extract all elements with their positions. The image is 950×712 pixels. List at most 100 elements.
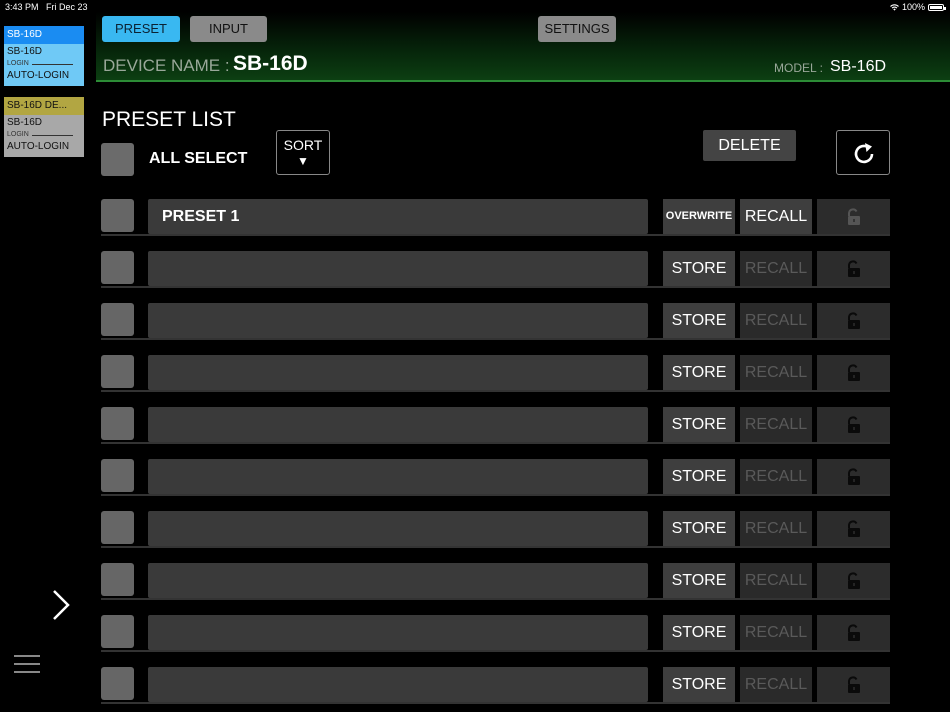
wifi-icon xyxy=(890,3,899,11)
all-select-label: ALL SELECT xyxy=(149,150,248,167)
device-model: SB-16D xyxy=(7,46,43,57)
status-right: 100% xyxy=(890,2,946,12)
device-card-2[interactable]: SB-16D DE... SB-16D LOGIN AUTO-LOGIN xyxy=(4,97,84,157)
store-button[interactable]: STORE xyxy=(663,251,735,286)
lock-icon xyxy=(848,312,860,329)
recall-button[interactable]: RECALL xyxy=(740,303,812,338)
device-model: SB-16D xyxy=(7,117,43,128)
row-checkbox[interactable] xyxy=(101,355,134,388)
preset-name-field[interactable] xyxy=(148,667,648,702)
all-select-checkbox[interactable] xyxy=(101,143,134,176)
sort-label: SORT xyxy=(283,137,323,153)
lock-icon xyxy=(848,468,860,485)
preset-name-field[interactable] xyxy=(148,303,648,338)
row-checkbox[interactable] xyxy=(101,667,134,700)
store-button[interactable]: OVERWRITE xyxy=(663,199,735,234)
lock-button[interactable] xyxy=(817,303,890,338)
table-row: STORE RECALL xyxy=(101,511,890,548)
lock-icon xyxy=(848,416,860,433)
lock-button[interactable] xyxy=(817,667,890,702)
preset-name-field[interactable] xyxy=(148,563,648,598)
tab-input[interactable]: INPUT xyxy=(190,16,267,42)
sort-button[interactable]: SORT ▼ xyxy=(276,130,330,175)
row-checkbox[interactable] xyxy=(101,303,134,336)
row-checkbox[interactable] xyxy=(101,563,134,596)
lock-icon xyxy=(848,624,860,641)
preset-name-field[interactable] xyxy=(148,355,648,390)
header: PRESET INPUT SETTINGS DEVICE NAME : SB-1… xyxy=(96,12,950,82)
page-title: PRESET LIST xyxy=(102,108,236,131)
device-auto-login: AUTO-LOGIN xyxy=(7,141,70,152)
recall-button[interactable]: RECALL xyxy=(740,615,812,650)
table-row: STORE RECALL xyxy=(101,407,890,444)
row-checkbox[interactable] xyxy=(101,459,134,492)
preset-name-field[interactable] xyxy=(148,251,648,286)
store-button[interactable]: STORE xyxy=(663,511,735,546)
model-value: SB-16D xyxy=(830,58,887,75)
tab-preset[interactable]: PRESET xyxy=(102,16,180,42)
store-button[interactable]: STORE xyxy=(663,563,735,598)
lock-button[interactable] xyxy=(817,563,890,598)
recall-button[interactable]: RECALL xyxy=(740,251,812,286)
lock-button[interactable] xyxy=(817,459,890,494)
lock-button[interactable] xyxy=(817,355,890,390)
status-time: 3:43 PM xyxy=(5,2,39,12)
lock-icon xyxy=(848,260,860,277)
recall-button[interactable]: RECALL xyxy=(740,407,812,442)
menu-icon[interactable] xyxy=(14,655,40,675)
model-label: MODEL : xyxy=(774,61,823,75)
store-button[interactable]: STORE xyxy=(663,667,735,702)
lock-icon xyxy=(848,572,860,589)
recall-button[interactable]: RECALL xyxy=(740,511,812,546)
chevron-right-icon[interactable] xyxy=(48,588,74,622)
refresh-icon xyxy=(854,143,874,164)
row-checkbox[interactable] xyxy=(101,511,134,544)
sort-arrow-icon: ▼ xyxy=(297,154,309,168)
table-row: PRESET 1 OVERWRITE RECALL xyxy=(101,199,890,236)
recall-button[interactable]: RECALL xyxy=(740,199,812,234)
table-row: STORE RECALL xyxy=(101,251,890,288)
preset-name-field[interactable]: PRESET 1 xyxy=(148,199,648,234)
store-button[interactable]: STORE xyxy=(663,303,735,338)
table-row: STORE RECALL xyxy=(101,615,890,652)
device-name-value: SB-16D xyxy=(233,52,308,75)
preset-name-field[interactable] xyxy=(148,407,648,442)
row-checkbox[interactable] xyxy=(101,407,134,440)
lock-button[interactable] xyxy=(817,199,890,234)
device-name: SB-16D xyxy=(4,26,84,44)
preset-name-field[interactable] xyxy=(148,459,648,494)
lock-button[interactable] xyxy=(817,511,890,546)
lock-button[interactable] xyxy=(817,615,890,650)
lock-button[interactable] xyxy=(817,251,890,286)
status-date: Fri Dec 23 xyxy=(46,2,88,12)
lock-icon xyxy=(848,208,860,225)
battery-icon xyxy=(928,3,946,11)
device-name-label: DEVICE NAME : xyxy=(103,56,230,75)
store-button[interactable]: STORE xyxy=(663,459,735,494)
device-login: LOGIN xyxy=(7,58,81,70)
store-button[interactable]: STORE xyxy=(663,407,735,442)
table-row: STORE RECALL xyxy=(101,355,890,392)
preset-name: PRESET 1 xyxy=(162,208,240,225)
store-button[interactable]: STORE xyxy=(663,615,735,650)
preset-name-field[interactable] xyxy=(148,615,648,650)
recall-button[interactable]: RECALL xyxy=(740,355,812,390)
lock-icon xyxy=(848,364,860,381)
row-checkbox[interactable] xyxy=(101,615,134,648)
table-row: STORE RECALL xyxy=(101,667,890,704)
delete-button[interactable]: DELETE xyxy=(703,130,796,161)
tab-settings[interactable]: SETTINGS xyxy=(538,16,616,42)
recall-button[interactable]: RECALL xyxy=(740,563,812,598)
preset-name-field[interactable] xyxy=(148,511,648,546)
row-checkbox[interactable] xyxy=(101,199,134,232)
store-button[interactable]: STORE xyxy=(663,355,735,390)
refresh-button[interactable] xyxy=(836,130,890,175)
table-row: STORE RECALL xyxy=(101,459,890,496)
recall-button[interactable]: RECALL xyxy=(740,667,812,702)
device-card-1[interactable]: SB-16D SB-16D LOGIN AUTO-LOGIN xyxy=(4,26,84,86)
lock-icon xyxy=(848,520,860,537)
recall-button[interactable]: RECALL xyxy=(740,459,812,494)
row-checkbox[interactable] xyxy=(101,251,134,284)
lock-button[interactable] xyxy=(817,407,890,442)
table-row: STORE RECALL xyxy=(101,563,890,600)
